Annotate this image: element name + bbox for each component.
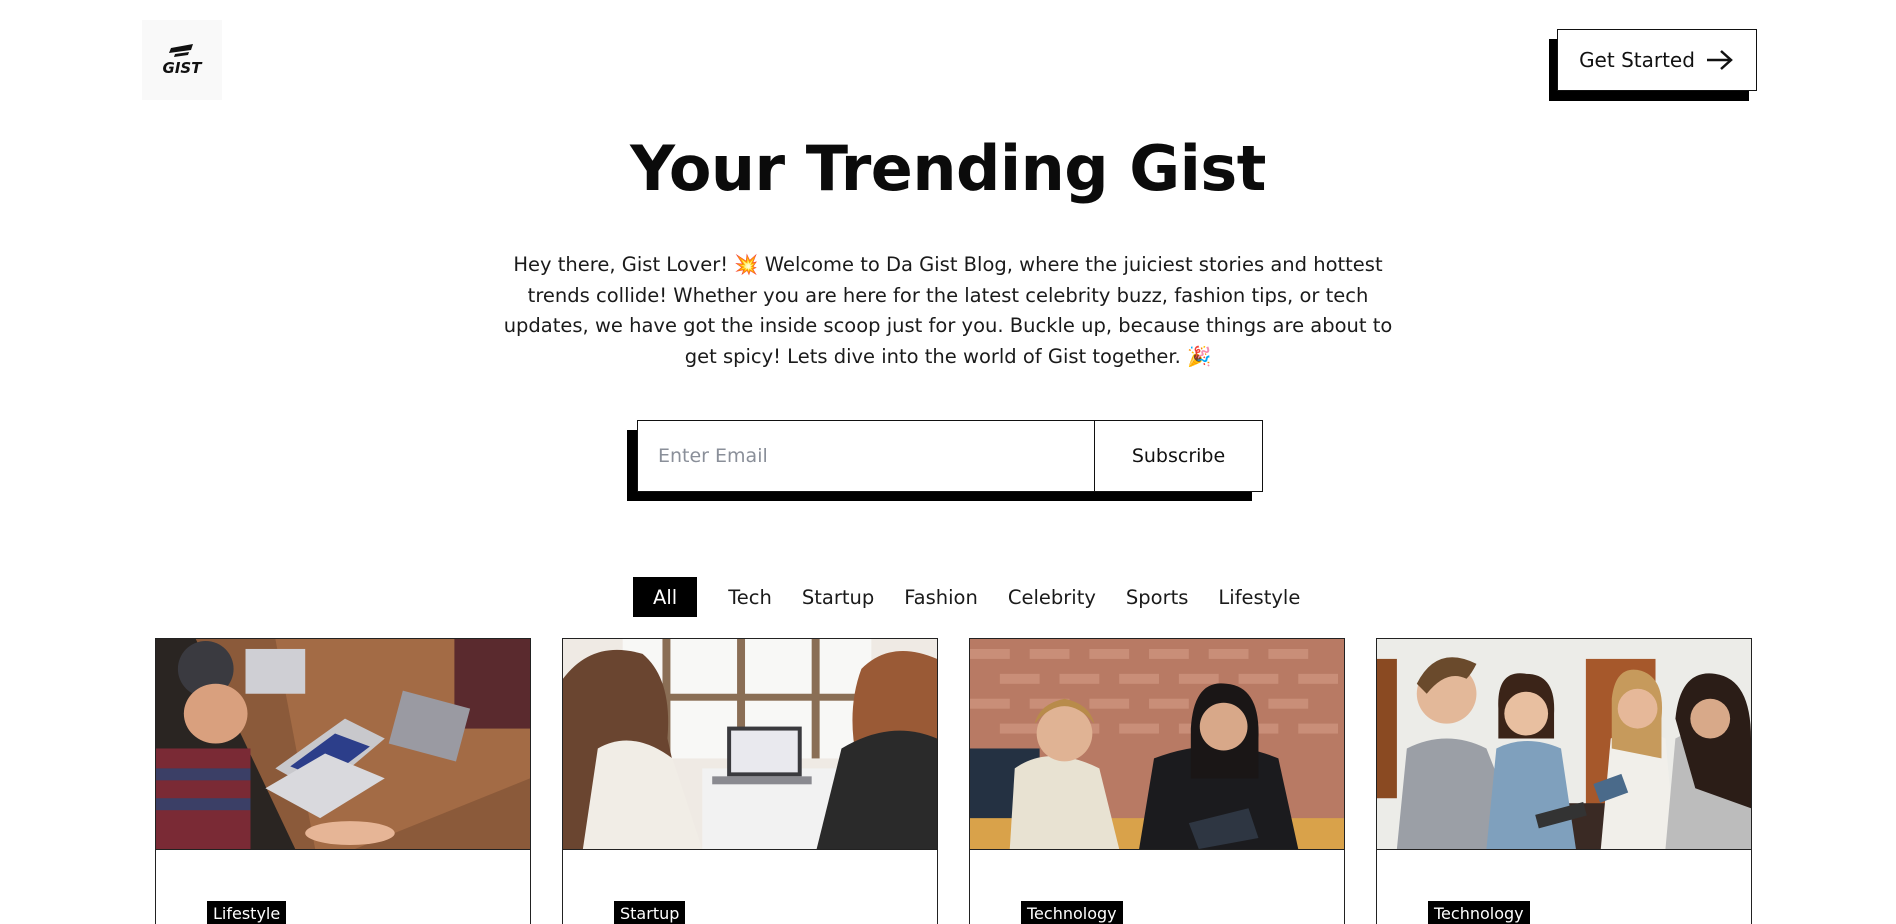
post-category-badge: Lifestyle [207, 901, 287, 924]
post-category-badge: Startup [614, 901, 686, 924]
post-card[interactable]: Startup [562, 638, 938, 924]
arrow-right-icon [1706, 50, 1733, 70]
subscribe-form: Subscribe [627, 420, 1263, 502]
post-card[interactable]: Lifestyle [155, 638, 531, 924]
post-category-badge: Technology [1428, 901, 1530, 924]
page-title: Your Trending Gist [630, 132, 1266, 205]
post-photo [156, 639, 530, 849]
tab-all[interactable]: All [633, 577, 698, 617]
tab-startup[interactable]: Startup [802, 586, 874, 609]
post-photo [563, 639, 937, 849]
hero-description: Hey there, Gist Lover! 💥 Welcome to Da G… [503, 253, 1393, 368]
get-started-label: Get Started [1579, 48, 1695, 72]
email-input[interactable] [638, 421, 1094, 491]
post-image[interactable] [156, 639, 530, 850]
subscribe-button[interactable]: Subscribe [1094, 421, 1262, 491]
post-category-badge: Technology [1021, 901, 1123, 924]
post-card[interactable]: Technology [1376, 638, 1752, 924]
post-image[interactable] [1377, 639, 1751, 850]
site-logo[interactable]: GIST [142, 20, 222, 100]
post-card[interactable]: Technology [969, 638, 1345, 924]
get-started-wrapper: Get Started [1549, 29, 1757, 101]
tab-fashion[interactable]: Fashion [904, 586, 978, 609]
get-started-button[interactable]: Get Started [1557, 29, 1757, 91]
tab-celebrity[interactable]: Celebrity [1008, 586, 1096, 609]
tab-lifestyle[interactable]: Lifestyle [1218, 586, 1300, 609]
post-image[interactable] [970, 639, 1344, 850]
tab-sports[interactable]: Sports [1126, 586, 1189, 609]
logo-text: GIST [163, 59, 204, 77]
post-image[interactable] [563, 639, 937, 850]
post-photo [1377, 639, 1751, 849]
subscribe-box: Subscribe [637, 420, 1263, 492]
gist-logo-icon: GIST [163, 44, 204, 77]
post-photo [970, 639, 1344, 849]
category-tabs: All Tech Startup Fashion Celebrity Sport… [633, 577, 1300, 617]
tab-tech[interactable]: Tech [728, 586, 772, 609]
